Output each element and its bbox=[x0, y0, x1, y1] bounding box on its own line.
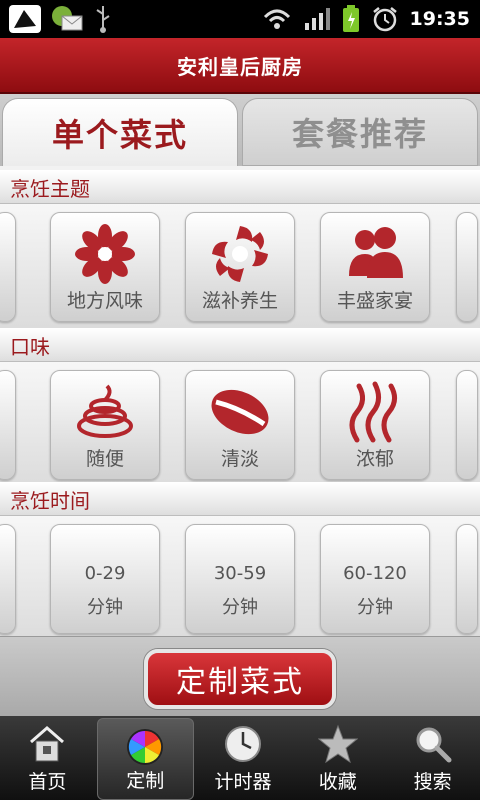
card-local-flavor[interactable]: 地方风味 bbox=[50, 212, 160, 322]
clock-icon bbox=[221, 722, 265, 766]
time-unit: 分钟 bbox=[357, 597, 393, 618]
card-rich[interactable]: 浓郁 bbox=[320, 370, 430, 480]
card-nourishing[interactable]: 滋补养生 bbox=[185, 212, 295, 322]
section-title: 烹饪时间 bbox=[10, 488, 90, 513]
signal-icon bbox=[304, 8, 330, 30]
app-title: 安利皇后厨房 bbox=[177, 54, 303, 79]
card-family-feast[interactable]: 丰盛家宴 bbox=[320, 212, 430, 322]
spiral-icon bbox=[70, 379, 140, 445]
nav-timer[interactable]: 计时器 bbox=[196, 716, 291, 800]
clock-time: 19:35 bbox=[409, 8, 470, 30]
usb-icon bbox=[96, 6, 110, 33]
nav-label: 搜索 bbox=[413, 771, 452, 793]
nav-customize[interactable]: 定制 bbox=[96, 718, 194, 800]
card-partial-left[interactable] bbox=[0, 524, 16, 634]
card-partial-right[interactable] bbox=[456, 524, 478, 634]
section-title: 烹饪主题 bbox=[10, 176, 90, 201]
card-partial-right[interactable] bbox=[456, 212, 478, 322]
home-icon bbox=[25, 722, 69, 766]
leaf-icon bbox=[205, 379, 275, 445]
time-range: 30-59 bbox=[213, 563, 267, 584]
card-partial-left[interactable] bbox=[0, 212, 16, 322]
card-label: 地方风味 bbox=[66, 290, 143, 312]
nav-label: 收藏 bbox=[318, 771, 357, 793]
taste-row[interactable]: 随便 清淡 浓郁 bbox=[0, 362, 480, 486]
tab-bar: 单个菜式 套餐推荐 bbox=[0, 94, 480, 166]
flower-icon bbox=[70, 221, 140, 287]
card-label: 清淡 bbox=[220, 448, 259, 470]
time-unit: 分钟 bbox=[222, 597, 258, 618]
card-time-60-120[interactable]: 60-120 分钟 bbox=[320, 524, 430, 634]
card-label: 随便 bbox=[85, 448, 124, 470]
people-icon bbox=[340, 221, 410, 287]
card-label: 滋补养生 bbox=[201, 290, 278, 312]
search-icon bbox=[411, 722, 455, 766]
nav-label: 计时器 bbox=[214, 771, 272, 793]
card-partial-right[interactable] bbox=[456, 370, 478, 480]
swirl-icon bbox=[205, 221, 275, 287]
nav-favorites[interactable]: 收藏 bbox=[290, 716, 385, 800]
card-label: 浓郁 bbox=[355, 448, 394, 470]
tab-set-meal[interactable]: 套餐推荐 bbox=[242, 98, 478, 166]
mail-notification-icon bbox=[52, 6, 83, 31]
card-time-0-29[interactable]: 0-29 分钟 bbox=[50, 524, 160, 634]
color-wheel-icon bbox=[123, 725, 167, 769]
nav-search[interactable]: 搜索 bbox=[385, 716, 480, 800]
time-range: 0-29 bbox=[84, 563, 126, 584]
customize-dish-button[interactable]: 定制菜式 bbox=[144, 649, 336, 709]
action-area: 定制菜式 bbox=[0, 636, 480, 716]
battery-icon bbox=[342, 5, 359, 32]
tab-single-dish[interactable]: 单个菜式 bbox=[2, 98, 238, 166]
theme-row[interactable]: 地方风味 滋补养生 丰盛家宴 bbox=[0, 204, 480, 328]
card-casual[interactable]: 随便 bbox=[50, 370, 160, 480]
wifi-icon bbox=[263, 9, 290, 29]
section-header-time: 烹饪时间 bbox=[0, 482, 480, 516]
section-header-taste: 口味 bbox=[0, 328, 480, 362]
time-unit: 分钟 bbox=[87, 597, 123, 618]
section-header-theme: 烹饪主题 bbox=[0, 170, 480, 204]
section-title: 口味 bbox=[10, 334, 50, 359]
steam-icon bbox=[340, 379, 410, 445]
nav-label: 定制 bbox=[126, 770, 165, 792]
card-label: 丰盛家宴 bbox=[336, 290, 413, 312]
card-time-30-59[interactable]: 30-59 分钟 bbox=[185, 524, 295, 634]
nav-home[interactable]: 首页 bbox=[0, 716, 95, 800]
card-light[interactable]: 清淡 bbox=[185, 370, 295, 480]
nav-label: 首页 bbox=[28, 771, 67, 793]
alarm-icon bbox=[372, 7, 397, 32]
bottom-nav: 首页 定制 计时器 收藏 搜索 bbox=[0, 716, 480, 800]
status-bar: 19:35 bbox=[0, 0, 480, 38]
app-notification-icon bbox=[9, 5, 41, 33]
main-content: 烹饪主题 地方风味 滋补养生 丰盛家宴 口味 随便 清淡 浓郁 烹饪时间 0-2… bbox=[0, 166, 480, 715]
card-partial-left[interactable] bbox=[0, 370, 16, 480]
star-icon bbox=[316, 722, 360, 766]
app-title-bar: 安利皇后厨房 bbox=[0, 38, 480, 94]
time-row[interactable]: 0-29 分钟 30-59 分钟 60-120 分钟 bbox=[0, 516, 480, 640]
time-range: 60-120 bbox=[343, 563, 407, 584]
